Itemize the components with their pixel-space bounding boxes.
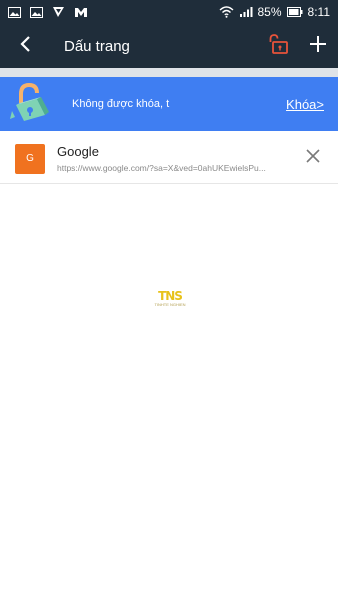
banner-message: Không được khóa, t [72, 98, 170, 110]
notification-icons [8, 6, 88, 18]
add-bookmark-button[interactable] [298, 24, 338, 68]
signal-icon [239, 6, 253, 18]
bookmark-url: https://www.google.com/?sa=X&ved=0ahUKEw… [57, 163, 266, 173]
back-button[interactable] [0, 24, 50, 68]
lock-button[interactable] [258, 24, 298, 68]
system-status: 85% 8:11 [219, 5, 330, 19]
lock-banner: Không được khóa, t Khóa> [0, 77, 338, 131]
image-icon [8, 6, 21, 18]
clock: 8:11 [307, 5, 330, 19]
toolbar-divider [0, 68, 338, 77]
watermark-text: TNS [158, 289, 183, 303]
list-item[interactable]: G Google https://www.google.com/?sa=X&ve… [0, 134, 338, 184]
watermark-logo: TNS TINHTE NGHIEN [154, 290, 186, 312]
back-arrow-icon [19, 35, 31, 58]
unlock-icon [267, 33, 289, 59]
favicon: G [15, 143, 45, 174]
watermark-subtext: TINHTE NGHIEN [154, 302, 186, 307]
battery-percent: 85% [257, 5, 282, 19]
battery-icon [286, 7, 303, 17]
status-bar: 85% 8:11 [0, 0, 338, 24]
wifi-icon [219, 6, 234, 18]
bookmark-title: Google [57, 144, 99, 159]
messenger-app-icon [74, 6, 88, 18]
app-bar: Dấu trang [0, 24, 338, 68]
plus-icon [309, 35, 327, 58]
padlock-illustration-icon [0, 77, 62, 131]
image-icon [30, 6, 43, 18]
page-title: Dấu trang [64, 37, 130, 55]
lock-link[interactable]: Khóa> [286, 97, 324, 112]
close-icon [306, 149, 320, 168]
navigation-app-icon [52, 6, 65, 18]
remove-bookmark-button[interactable] [302, 148, 324, 170]
bookmark-text: Google https://www.google.com/?sa=X&ved=… [57, 144, 289, 173]
